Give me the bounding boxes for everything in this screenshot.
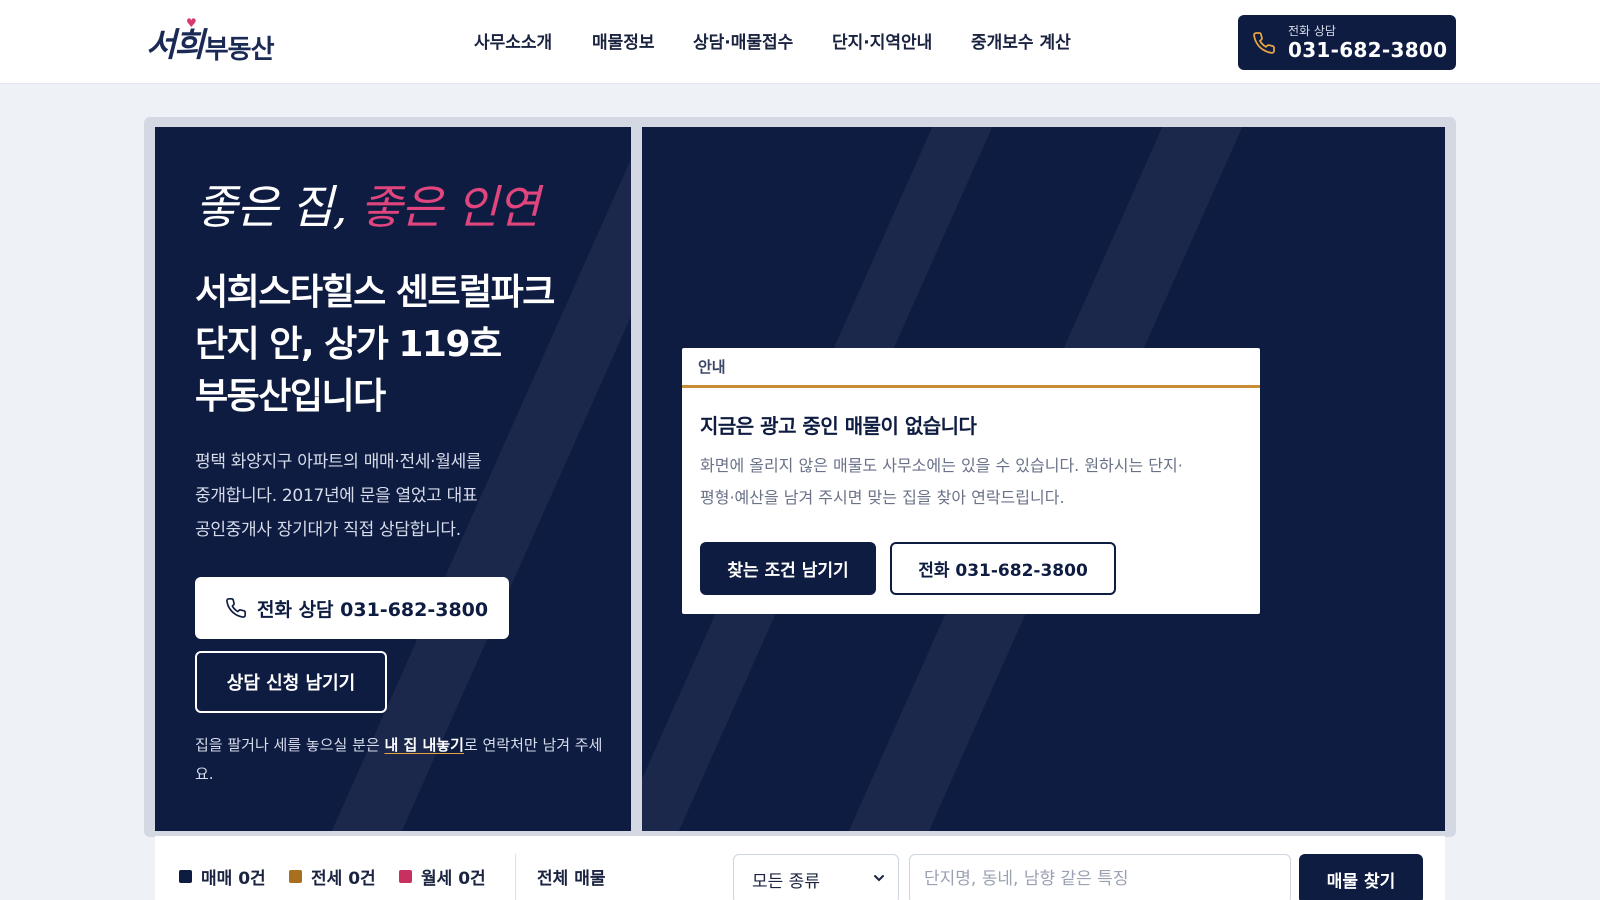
hero-description: 평택 화양지구 아파트의 매매·전세·월세를 중개합니다. 2017년에 문을 … [195,445,615,547]
all-listings-label[interactable]: 전체 매물 [537,864,605,889]
logo-bold-text: 부동산 [204,35,275,65]
nav-item-fee-calculator[interactable]: 중개보수 계산 [971,28,1091,53]
select-value: 모든 종류 [752,871,820,892]
legend-monthly: 월세 0건 [399,864,486,889]
legend-label: 매매 [201,869,233,889]
notice-title: 지금은 광고 중인 매물이 없습니다 [700,414,977,438]
site-logo[interactable]: 서희 ♥ 부동산 [146,16,275,66]
nav-item-consult[interactable]: 상담·매물접수 [693,28,832,53]
search-button[interactable]: 매물 찾기 [1299,854,1423,900]
nav-item-area-guide[interactable]: 단지·지역안내 [832,28,971,53]
listing-search-bar: 매매 0건 전세 0건 월세 0건 전체 매물 모든 종류 매물 찾기 [155,836,1445,900]
legend-jeonse: 전세 0건 [289,864,376,889]
consult-request-label: 상담 신청 남기기 [226,673,356,694]
phone-icon [226,598,246,618]
notice-body: 화면에 올리지 않은 매물도 사무소에는 있을 수 있습니다. 원하시는 단지·… [700,450,1250,514]
nav-item-listings[interactable]: 매물정보 [592,28,693,53]
hero-title-line: 서희스타힐스 센트럴파크 [195,272,555,313]
hero-call-button[interactable]: 전화 상담 031-682-3800 [195,577,509,639]
hero-desc-line: 공인중개사 장기대가 직접 상담합니다. [195,520,461,540]
chevron-down-icon [874,875,884,882]
hero-title-line: 단지 안, 상가 119호 [195,324,502,365]
notice-body-line: 화면에 올리지 않은 매물도 사무소에는 있을 수 있습니다. 원하시는 단지· [700,456,1183,475]
hero-call-label: 전화 상담 031-682-3800 [257,598,489,621]
hero-slogan: 좋은 집, 좋은 인연 [195,171,540,237]
phone-icon [1253,31,1275,54]
header-call-button[interactable]: 전화 상담 031-682-3800 [1238,15,1456,70]
note-text-before: 집을 팔거나 세를 놓으실 분은 [195,736,385,754]
site-header: 서희 ♥ 부동산 사무소소개 매물정보 상담·매물접수 단지·지역안내 중개보수… [0,0,1600,84]
legend-swatch [289,870,302,883]
leave-criteria-button[interactable]: 찾는 조건 남기기 [700,542,876,595]
legend-swatch [399,870,412,883]
list-my-home-link[interactable]: 내 집 내놓기 [384,736,463,754]
legend-count: 0건 [348,869,376,889]
notice-body-line: 평형·예산을 남겨 주시면 맞는 집을 찾아 연락드립니다. [700,488,1065,507]
legend-label: 전세 [311,869,343,889]
heart-icon: ♥ [186,16,197,30]
main-nav: 사무소소개 매물정보 상담·매물접수 단지·지역안내 중개보수 계산 [474,28,1091,53]
property-type-select[interactable]: 모든 종류 [733,854,899,900]
legend-count: 0건 [458,869,486,889]
search-button-label: 매물 찾기 [1326,871,1396,892]
consult-request-button[interactable]: 상담 신청 남기기 [195,651,387,713]
search-input[interactable] [909,854,1291,900]
notice-card: 안내 지금은 광고 중인 매물이 없습니다 화면에 올리지 않은 매물도 사무소… [682,348,1260,614]
call-label: 전화 상담 [1288,23,1336,38]
slogan-pink: 좋은 인연 [359,180,540,234]
legend-label: 월세 [421,869,453,889]
hero-title: 서희스타힐스 센트럴파크 단지 안, 상가 119호 부동산입니다 [195,267,615,423]
notice-header: 안내 [682,348,1260,388]
slogan-white: 좋은 집, [195,180,360,234]
hero-title-line: 부동산입니다 [195,376,386,417]
hero-desc-line: 평택 화양지구 아파트의 매매·전세·월세를 [195,452,482,472]
call-number: 031-682-3800 [1288,37,1448,62]
leave-criteria-label: 찾는 조건 남기기 [727,561,849,581]
hero-desc-line: 중개합니다. 2017년에 문을 열었고 대표 [195,486,478,506]
notice-phone-label: 전화 031-682-3800 [918,561,1088,581]
nav-item-about[interactable]: 사무소소개 [474,28,592,53]
divider [515,854,516,900]
notice-phone-button[interactable]: 전화 031-682-3800 [890,542,1116,595]
legend-swatch [179,870,192,883]
legend-count: 0건 [238,869,266,889]
hero-note: 집을 팔거나 세를 놓으실 분은 내 집 내놓기로 연락처만 남겨 주세요. [195,731,615,789]
legend-sale: 매매 0건 [179,864,266,889]
hero-left-panel: 좋은 집, 좋은 인연 서희스타힐스 센트럴파크 단지 안, 상가 119호 부… [155,127,631,831]
